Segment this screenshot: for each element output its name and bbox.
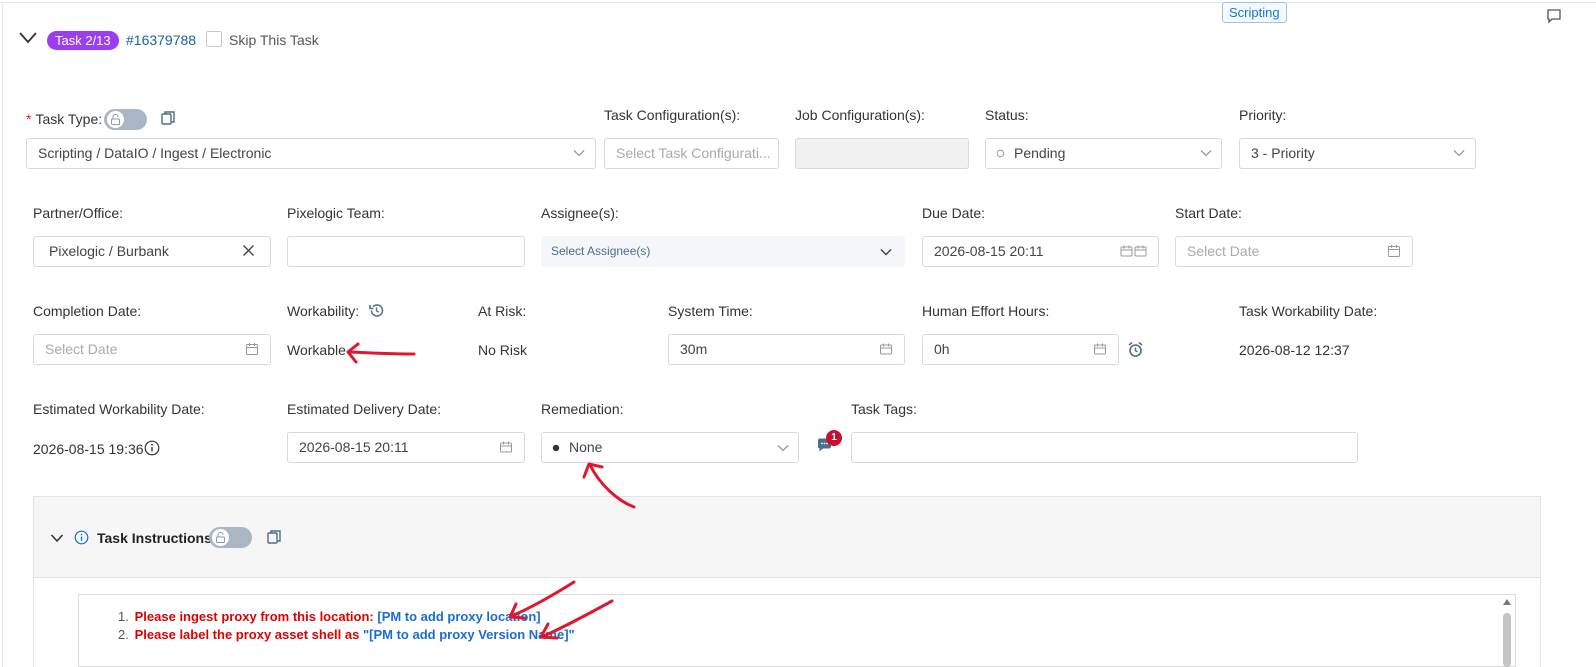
task-tags-label: Task Tags: xyxy=(851,401,917,417)
at-risk-label: At Risk: xyxy=(478,303,527,319)
task-progress-badge: Task 2/13 xyxy=(47,31,119,50)
scrollbar-thumb[interactable] xyxy=(1503,613,1511,667)
priority-select[interactable]: 3 - Priority xyxy=(1239,138,1476,169)
task-tags-field[interactable] xyxy=(851,432,1358,463)
info-icon[interactable] xyxy=(74,530,89,545)
instructions-lock-toggle[interactable] xyxy=(209,527,252,548)
at-risk-value: No Risk xyxy=(478,342,528,358)
pixelogic-team-field[interactable] xyxy=(287,236,525,267)
system-time-field[interactable]: 30m xyxy=(668,334,905,365)
human-effort-field[interactable]: 0h xyxy=(922,334,1119,365)
start-date-field[interactable]: Select Date xyxy=(1175,236,1413,267)
system-time-label: System Time: xyxy=(668,303,753,319)
est-delivery-label: Estimated Delivery Date: xyxy=(287,401,442,417)
calendar-clock-icon[interactable] xyxy=(1120,244,1148,258)
scripting-tag: Scripting xyxy=(1222,2,1287,23)
task-workability-date-value: 2026-08-12 12:37 xyxy=(1239,342,1350,358)
assignee-select[interactable]: Select Assignee(s) xyxy=(541,236,905,267)
task-config-select[interactable]: Select Task Configurati... xyxy=(604,138,779,169)
chevron-down-icon xyxy=(1200,150,1212,157)
skip-task-label[interactable]: Skip This Task xyxy=(229,31,319,49)
assignee-label: Assignee(s): xyxy=(541,205,619,221)
workability-value: Workable xyxy=(287,342,346,358)
chevron-down-icon[interactable] xyxy=(18,28,38,48)
comment-icon[interactable] xyxy=(1546,8,1562,24)
due-date-label: Due Date: xyxy=(922,205,986,221)
remediation-select[interactable]: None xyxy=(541,432,799,463)
history-icon[interactable] xyxy=(368,302,385,319)
alarm-clock-icon[interactable] xyxy=(1127,341,1144,358)
frame-top-border xyxy=(0,2,1596,3)
task-type-lock-toggle[interactable] xyxy=(104,109,147,130)
skip-task-checkbox[interactable] xyxy=(206,31,222,47)
start-date-label: Start Date: xyxy=(1175,205,1242,221)
task-instructions-title: Task Instructions xyxy=(97,530,212,546)
partner-office-select[interactable]: Pixelogic / Burbank xyxy=(33,236,271,267)
scroll-up-arrow-icon[interactable] xyxy=(1502,598,1512,606)
completion-date-label: Completion Date: xyxy=(33,303,142,319)
priority-label: Priority: xyxy=(1239,107,1287,123)
partner-office-label: Partner/Office: xyxy=(33,205,124,221)
status-dot-icon xyxy=(996,149,1005,158)
status-select[interactable]: Pending xyxy=(985,138,1222,169)
status-label: Status: xyxy=(985,107,1029,123)
pixelogic-team-label: Pixelogic Team: xyxy=(287,205,385,221)
job-config-label: Job Configuration(s): xyxy=(795,107,925,123)
chevron-down-icon xyxy=(573,150,585,157)
unlock-icon xyxy=(111,114,120,125)
frame-left-border xyxy=(2,2,3,667)
job-config-field xyxy=(795,138,969,169)
calendar-icon[interactable] xyxy=(1387,244,1401,258)
comment-count-badge: 1 xyxy=(826,430,842,446)
annotation-arrow xyxy=(346,342,416,364)
human-effort-label: Human Effort Hours: xyxy=(922,303,1050,319)
est-workability-value: 2026-08-15 19:36 xyxy=(33,441,144,457)
chevron-down-icon xyxy=(1453,150,1465,157)
instruction-item: 2. Please label the proxy asset shell as… xyxy=(118,627,575,642)
time-icon xyxy=(880,343,892,355)
close-icon[interactable] xyxy=(242,244,255,257)
time-icon xyxy=(500,441,512,453)
task-id-link[interactable]: #16379788 xyxy=(126,31,196,49)
copy-icon[interactable] xyxy=(266,529,282,545)
task-workability-date-label: Task Workability Date: xyxy=(1239,303,1378,319)
task-config-label: Task Configuration(s): xyxy=(604,107,741,123)
completion-date-field[interactable]: Select Date xyxy=(33,334,271,365)
time-icon xyxy=(1094,343,1106,355)
instruction-item: 1. Please ingest proxy from this locatio… xyxy=(118,609,541,624)
chevron-down-icon xyxy=(880,248,892,256)
task-type-select[interactable]: Scripting / DataIO / Ingest / Electronic xyxy=(26,138,596,169)
remediation-label: Remediation: xyxy=(541,401,624,417)
calendar-icon[interactable] xyxy=(245,342,259,356)
status-dot-icon xyxy=(552,444,560,452)
chevron-down-icon[interactable] xyxy=(50,531,64,545)
task-type-label: * Task Type: xyxy=(26,111,103,127)
workability-label: Workability: xyxy=(287,303,360,319)
est-delivery-field[interactable]: 2026-08-15 20:11 xyxy=(287,432,525,463)
chevron-down-icon xyxy=(777,445,789,452)
info-icon[interactable] xyxy=(144,440,160,456)
unlock-icon xyxy=(216,532,225,543)
est-workability-label: Estimated Workability Date: xyxy=(33,401,205,417)
copy-icon[interactable] xyxy=(160,110,176,126)
